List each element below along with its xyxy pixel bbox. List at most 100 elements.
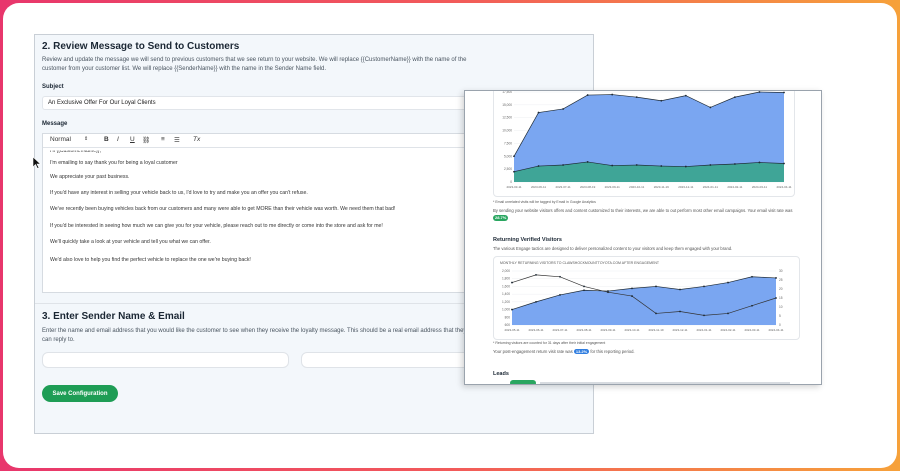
message-line: We'll quickly take a look at your vehicl…	[50, 239, 211, 245]
data-point	[783, 91, 785, 94]
y2-tick-label: 25	[779, 278, 783, 282]
data-point	[758, 91, 761, 93]
x-tick-label: 2023-12-11	[678, 185, 693, 189]
mouse-cursor-icon	[33, 157, 41, 169]
chevron-updown-icon[interactable]: ⇕	[84, 136, 88, 142]
data-point	[511, 308, 513, 311]
data-point	[631, 287, 633, 290]
link-icon[interactable]: ⛓	[142, 136, 150, 144]
data-point	[537, 111, 540, 114]
email-visits-chart-svg: 17,500 15,000 12,500 10,000 7,500 5,000 2,500 0…	[502, 90, 792, 189]
data-point	[734, 96, 736, 99]
returning-visitors-title: Returning Verified Visitors	[493, 237, 562, 243]
y-tick-label: 10,000	[502, 129, 512, 133]
ordered-list-icon[interactable]: ≡	[161, 136, 165, 143]
y-tick-label: 1,000	[502, 308, 510, 312]
message-line: I'm emailing to say thank you for being …	[50, 160, 178, 166]
y-tick-label: 17,500	[502, 90, 512, 94]
message-editor[interactable]: Normal ⇕ B I U ⛓ ≡ ☰ Tx Hi {{CustomerNam…	[42, 133, 472, 293]
data-point	[635, 96, 638, 99]
data-point	[511, 281, 513, 284]
subject-label: Subject	[42, 84, 64, 90]
y-tick-label: 2,500	[504, 167, 512, 171]
data-point	[611, 93, 614, 96]
data-point	[679, 288, 681, 291]
save-configuration-button[interactable]: Save Configuration	[42, 385, 118, 402]
x-tick-label: 2023-03-11	[506, 185, 521, 189]
format-select[interactable]: Normal	[50, 136, 71, 143]
data-point	[513, 155, 515, 158]
y-tick-label: 0	[510, 180, 512, 184]
data-point	[562, 108, 564, 110]
x-tick-label: 2023-06-11	[528, 328, 543, 332]
returning-visitors-chart-svg: 2,000 1,800 1,600 1,400 1,200 1,000 800 600 30 25…	[502, 269, 784, 332]
data-point	[758, 161, 761, 164]
data-point	[783, 162, 785, 165]
y2-tick-label: 10	[779, 305, 783, 309]
data-point	[535, 273, 537, 276]
x-tick-label: 2024-03-11	[752, 185, 767, 189]
bullet-list-icon[interactable]: ☰	[174, 136, 180, 144]
y2-tick-label: 30	[779, 269, 783, 273]
x-tick-label: 2024-01-11	[703, 185, 718, 189]
x-tick-label: 2023-05-11	[504, 328, 519, 332]
series-area	[512, 276, 776, 325]
y-tick-label: 7,500	[504, 141, 512, 145]
x-tick-label: 2023-11-19	[654, 185, 669, 189]
message-line: We'd also love to help you find the perf…	[50, 257, 251, 263]
italic-button[interactable]: I	[117, 136, 119, 143]
y-tick-label: 15,000	[502, 103, 512, 107]
message-line: We appreciate your past business.	[50, 174, 130, 180]
data-point	[660, 165, 663, 167]
sender-section-title: 3. Enter Sender Name & Email	[42, 311, 185, 322]
data-point	[559, 275, 561, 278]
clear-format-icon[interactable]: Tx	[193, 136, 200, 143]
data-point	[679, 310, 681, 313]
data-point	[684, 165, 687, 168]
x-tick-label: 2023-06-11	[531, 185, 546, 189]
data-point	[727, 312, 729, 315]
y-tick-label: 1,800	[502, 277, 510, 281]
review-section-title: 2. Review Message to Send to Customers	[42, 41, 240, 52]
x-tick-label: 2024-04-11	[768, 328, 783, 332]
returning-chart-title: MONTHLY RETURNING VISITORS TO CLAWSHOCKM…	[500, 261, 660, 265]
sender-name-field[interactable]	[42, 352, 289, 368]
data-point	[727, 281, 729, 284]
email-visit-rate-badge: 28.7%	[493, 214, 509, 221]
y2-tick-label: 5	[779, 314, 781, 318]
y-tick-label: 600	[505, 323, 511, 327]
x-tick-label: 2023-09-11	[605, 185, 620, 189]
x-tick-label: 2023-12-11	[672, 328, 687, 332]
y2-tick-label: 20	[779, 287, 783, 291]
y-tick-label: 1,400	[502, 292, 510, 296]
y-tick-label: 1,200	[502, 300, 510, 304]
data-point	[775, 297, 777, 299]
data-point	[684, 94, 687, 97]
data-point	[751, 304, 753, 307]
data-point	[751, 275, 753, 278]
x-tick-label: 2023-10-11	[624, 328, 639, 332]
data-point	[655, 312, 657, 315]
subject-input[interactable]: An Exclusive Offer For Our Loyal Clients	[42, 96, 472, 110]
y2-tick-label: 0	[779, 323, 781, 327]
underline-button[interactable]: U	[130, 136, 135, 143]
y-tick-label: 1,600	[502, 284, 510, 288]
email-paragraph: By sending your website visitors offers …	[493, 208, 798, 221]
x-tick-label: 2023-10-11	[629, 185, 644, 189]
data-point	[631, 295, 633, 297]
x-tick-label: 2023-07-11	[556, 185, 571, 189]
x-tick-label: 2023-08-19	[580, 185, 596, 189]
x-tick-label: 2024-04-11	[776, 185, 791, 189]
y-tick-label: 800	[505, 315, 511, 319]
x-tick-label: 2024-01-11	[696, 328, 711, 332]
returning-visitors-chart: MONTHLY RETURNING VISITORS TO CLAWSHOCKM…	[493, 256, 800, 340]
engagement-report: 17,500 15,000 12,500 10,000 7,500 5,000 2,500 0…	[464, 90, 822, 385]
data-point	[513, 170, 515, 173]
editor-toolbar: Normal ⇕ B I U ⛓ ≡ ☰ Tx	[43, 134, 471, 148]
data-point	[660, 99, 663, 102]
message-line: If you'd be interested in seeing how muc…	[50, 223, 383, 229]
bold-button[interactable]: B	[104, 136, 109, 143]
data-point	[583, 289, 585, 292]
data-point	[635, 164, 638, 166]
message-line: Hi {{CustomerName}},	[50, 148, 102, 155]
